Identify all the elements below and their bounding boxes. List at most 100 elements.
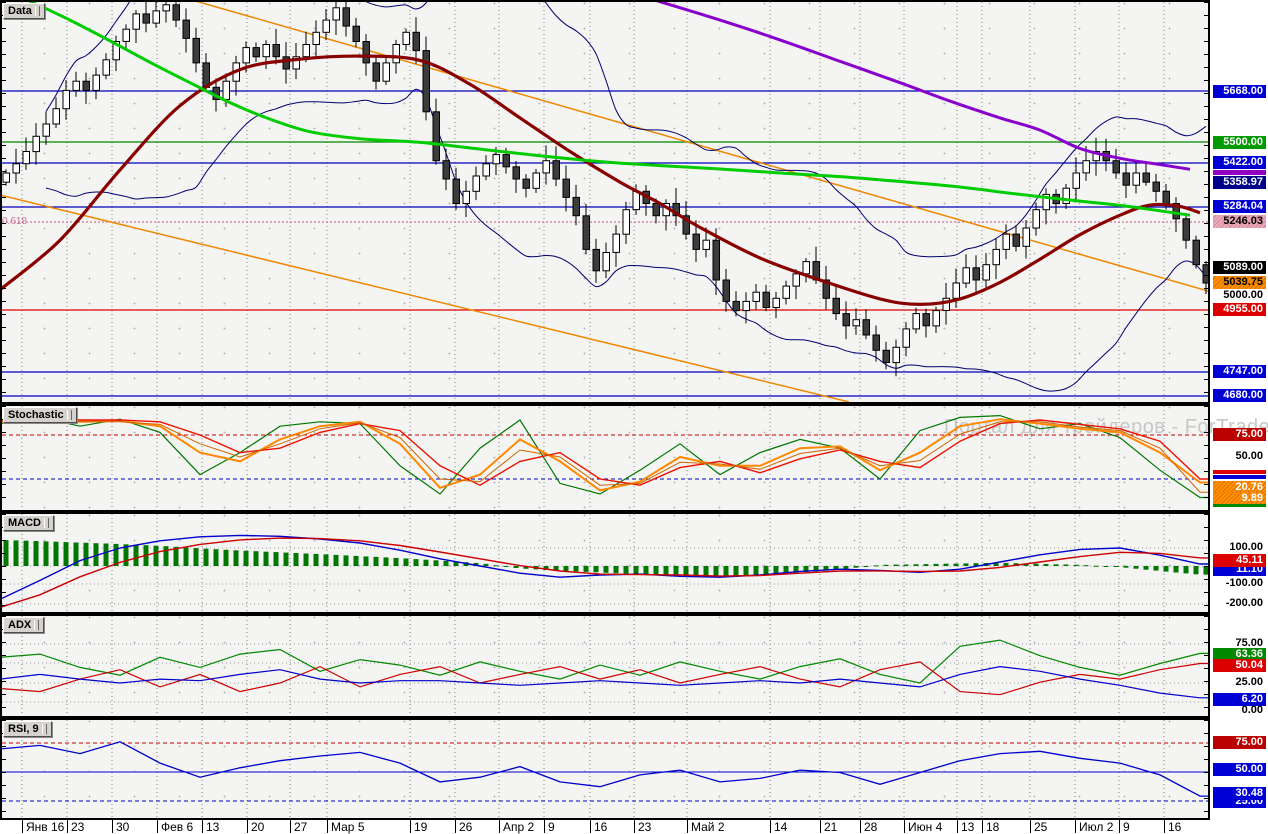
scale-label-5668.00: 5668.00 bbox=[1213, 85, 1266, 98]
panel-button-handle bbox=[44, 518, 49, 529]
date-tick-label: 21 bbox=[824, 820, 838, 834]
scale-tick-marks bbox=[1204, 720, 1208, 818]
date-tick-label: 9 bbox=[548, 820, 555, 834]
date-tick-label: Фев 6 bbox=[161, 820, 194, 834]
date-tick bbox=[904, 820, 905, 833]
scale-label-75.00: 75.00 bbox=[1213, 428, 1266, 441]
date-tick bbox=[112, 820, 113, 833]
date-tick-label: Апр 2 bbox=[503, 820, 535, 834]
date-tick-label: 28 bbox=[864, 820, 878, 834]
panel-button-handle bbox=[41, 724, 47, 735]
date-tick bbox=[1030, 820, 1031, 833]
scale-label-4955.00: 4955.00 bbox=[1213, 303, 1266, 316]
date-tick-label: 20 bbox=[251, 820, 265, 834]
date-tick-label: 27 bbox=[294, 820, 308, 834]
date-tick-label: 23 bbox=[71, 820, 85, 834]
date-tick-label: 14 bbox=[774, 820, 788, 834]
date-tick bbox=[290, 820, 291, 833]
date-tick bbox=[157, 820, 158, 833]
date-tick-label: Янв 16 bbox=[26, 820, 65, 834]
scale-label--100.00: -100.00 bbox=[1225, 577, 1263, 589]
rsi-panel[interactable] bbox=[0, 718, 1210, 820]
date-tick-label: 16 bbox=[594, 820, 608, 834]
date-tick-label: 18 bbox=[986, 820, 1000, 834]
trading-chart-window: Портал для трейдеров - ForTrader.ru 0.61… bbox=[0, 0, 1268, 834]
date-tick-label: 30 bbox=[116, 820, 130, 834]
date-tick bbox=[634, 820, 635, 833]
date-tick-label: 26 bbox=[459, 820, 473, 834]
macd-panel[interactable] bbox=[0, 512, 1210, 614]
scale-tick-marks bbox=[2, 2, 6, 402]
macd-panel-button-label: MACD bbox=[8, 517, 41, 529]
date-tick bbox=[1075, 820, 1076, 833]
scale-label-5039.75: 5039.75 bbox=[1213, 276, 1266, 289]
macd-panel-button[interactable]: MACD bbox=[3, 515, 54, 531]
scale-label-100.00: 100.00 bbox=[1229, 541, 1263, 553]
date-tick bbox=[687, 820, 688, 833]
scale-label-30.48: 30.48 bbox=[1213, 787, 1266, 800]
adx-panel-button[interactable]: ADX bbox=[3, 617, 45, 633]
scale-tick-marks bbox=[1204, 616, 1208, 716]
scale-label-5000.00: 5000.00 bbox=[1223, 289, 1263, 301]
rsi-panel-button-label: RSI, 9 bbox=[8, 723, 39, 735]
scale-tick-marks bbox=[1204, 406, 1208, 510]
scale-label-5358.97: 5358.97 bbox=[1213, 176, 1266, 189]
date-tick bbox=[957, 820, 958, 833]
date-tick bbox=[410, 820, 411, 833]
scale-label-5284.04: 5284.04 bbox=[1213, 200, 1266, 213]
date-tick bbox=[247, 820, 248, 833]
date-tick-label: Июн 4 bbox=[908, 820, 943, 834]
scale-label-sliver bbox=[1213, 470, 1266, 474]
panel-button-handle bbox=[34, 6, 40, 17]
date-tick-label: 13 bbox=[961, 820, 975, 834]
scale-label-5246.03: 5246.03 bbox=[1213, 215, 1266, 228]
scale-label-sliver bbox=[1213, 475, 1266, 479]
date-tick bbox=[202, 820, 203, 833]
data-panel-button-label: Data bbox=[8, 5, 32, 17]
scale-label-4680.00: 4680.00 bbox=[1213, 389, 1266, 402]
scale-label-sliver bbox=[1213, 170, 1266, 175]
date-tick-label: 16 bbox=[1168, 820, 1182, 834]
date-tick bbox=[1119, 820, 1120, 833]
scale-tick-marks bbox=[1204, 514, 1208, 612]
date-tick bbox=[544, 820, 545, 833]
date-axis: Янв 16 23 30 Фев 6 13 20 27 Мар 5 19 26 Апр 2 9 16 23… bbox=[0, 820, 1211, 834]
scale-label--200.00: -200.00 bbox=[1225, 597, 1263, 609]
scale-label-45.11: 45.11 bbox=[1213, 554, 1266, 567]
panel-button-handle bbox=[34, 620, 40, 631]
scale-label-sliver bbox=[1213, 504, 1266, 507]
date-tick-label: 9 bbox=[1123, 820, 1130, 834]
date-tick bbox=[22, 820, 23, 833]
date-tick bbox=[860, 820, 861, 833]
date-tick bbox=[327, 820, 328, 833]
scale-label-5500.00: 5500.00 bbox=[1213, 136, 1266, 149]
date-tick-label: Июл 2 bbox=[1079, 820, 1114, 834]
date-tick bbox=[820, 820, 821, 833]
date-tick-label: 13 bbox=[206, 820, 220, 834]
stochastic-panel-button[interactable]: Stochastic bbox=[3, 407, 77, 423]
rsi-panel-button[interactable]: RSI, 9 bbox=[3, 721, 52, 737]
stochastic-panel-button-label: Stochastic bbox=[8, 409, 64, 421]
date-tick bbox=[67, 820, 68, 833]
date-tick bbox=[590, 820, 591, 833]
date-tick-label: 25 bbox=[1034, 820, 1048, 834]
date-tick bbox=[1164, 820, 1165, 833]
scale-label-75.00: 75.00 bbox=[1213, 736, 1266, 749]
price-panel[interactable] bbox=[0, 0, 1210, 404]
date-tick bbox=[499, 820, 500, 833]
data-panel-button[interactable]: Data bbox=[3, 3, 45, 19]
date-tick-label: 19 bbox=[414, 820, 428, 834]
scale-label-0.00: 0.00 bbox=[1241, 704, 1263, 716]
date-tick bbox=[770, 820, 771, 833]
date-tick bbox=[455, 820, 456, 833]
scale-label-50.00: 50.00 bbox=[1213, 763, 1266, 776]
date-tick-label: Май 2 bbox=[691, 820, 725, 834]
date-tick-label: Мар 5 bbox=[331, 820, 365, 834]
scale-label-4747.00: 4747.00 bbox=[1213, 365, 1266, 378]
adx-panel-button-label: ADX bbox=[8, 619, 32, 631]
scale-tick-marks bbox=[1204, 2, 1208, 402]
date-tick-label: 23 bbox=[638, 820, 652, 834]
adx-panel[interactable] bbox=[0, 614, 1210, 718]
date-tick bbox=[982, 820, 983, 833]
panel-button-handle bbox=[66, 410, 72, 421]
